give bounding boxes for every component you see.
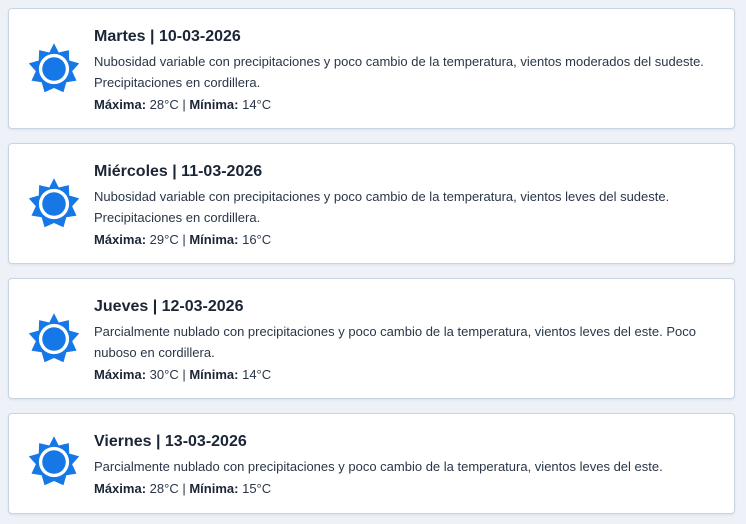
min-temp-value: 15°C (242, 481, 272, 496)
day-title: Miércoles | 11-03-2026 (94, 163, 263, 180)
min-temp-label: Mínima: (189, 367, 239, 382)
sun-icon (28, 436, 80, 486)
temperature-range: Máxima: 28°C | Mínima: 14°C (94, 95, 722, 115)
forecast-description: Parcialmente nublado con precipitaciones… (94, 324, 696, 360)
forecast-card: Miércoles | 11-03-2026 Nubosidad variabl… (8, 143, 735, 264)
min-temp-label: Mínima: (189, 481, 239, 496)
min-temp-value: 14°C (242, 367, 272, 382)
max-temp-label: Máxima: (94, 481, 147, 496)
sun-icon (28, 43, 80, 93)
min-temp-value: 16°C (242, 232, 272, 247)
forecast-card: Martes | 10-03-2026 Nubosidad variable c… (8, 8, 735, 129)
sun-icon (28, 178, 80, 228)
forecast-description: Parcialmente nublado con precipitaciones… (94, 459, 663, 474)
temp-separator: | (182, 97, 186, 112)
day-title: Martes | 10-03-2026 (94, 28, 241, 45)
max-temp-value: 30°C (149, 367, 179, 382)
max-temp-value: 28°C (149, 481, 179, 496)
max-temp-label: Máxima: (94, 232, 147, 247)
temp-separator: | (182, 481, 186, 496)
temperature-range: Máxima: 30°C | Mínima: 14°C (94, 365, 722, 385)
max-temp-value: 29°C (149, 232, 179, 247)
forecast-description: Nubosidad variable con precipitaciones y… (94, 189, 670, 225)
min-temp-label: Mínima: (189, 97, 239, 112)
forecast-card: Jueves | 12-03-2026 Parcialmente nublado… (8, 278, 735, 399)
day-title: Viernes | 13-03-2026 (94, 433, 247, 450)
forecast-description: Nubosidad variable con precipitaciones y… (94, 54, 704, 90)
temp-separator: | (182, 232, 186, 247)
sun-icon (28, 313, 80, 363)
temperature-range: Máxima: 29°C | Mínima: 16°C (94, 230, 722, 250)
max-temp-value: 28°C (149, 97, 179, 112)
max-temp-label: Máxima: (94, 97, 147, 112)
min-temp-value: 14°C (242, 97, 272, 112)
day-title: Jueves | 12-03-2026 (94, 298, 244, 315)
forecast-card: Viernes | 13-03-2026 Parcialmente nublad… (8, 413, 735, 514)
temp-separator: | (182, 367, 186, 382)
temperature-range: Máxima: 28°C | Mínima: 15°C (94, 479, 722, 499)
max-temp-label: Máxima: (94, 367, 147, 382)
min-temp-label: Mínima: (189, 232, 239, 247)
forecast-list: Martes | 10-03-2026 Nubosidad variable c… (0, 0, 746, 524)
